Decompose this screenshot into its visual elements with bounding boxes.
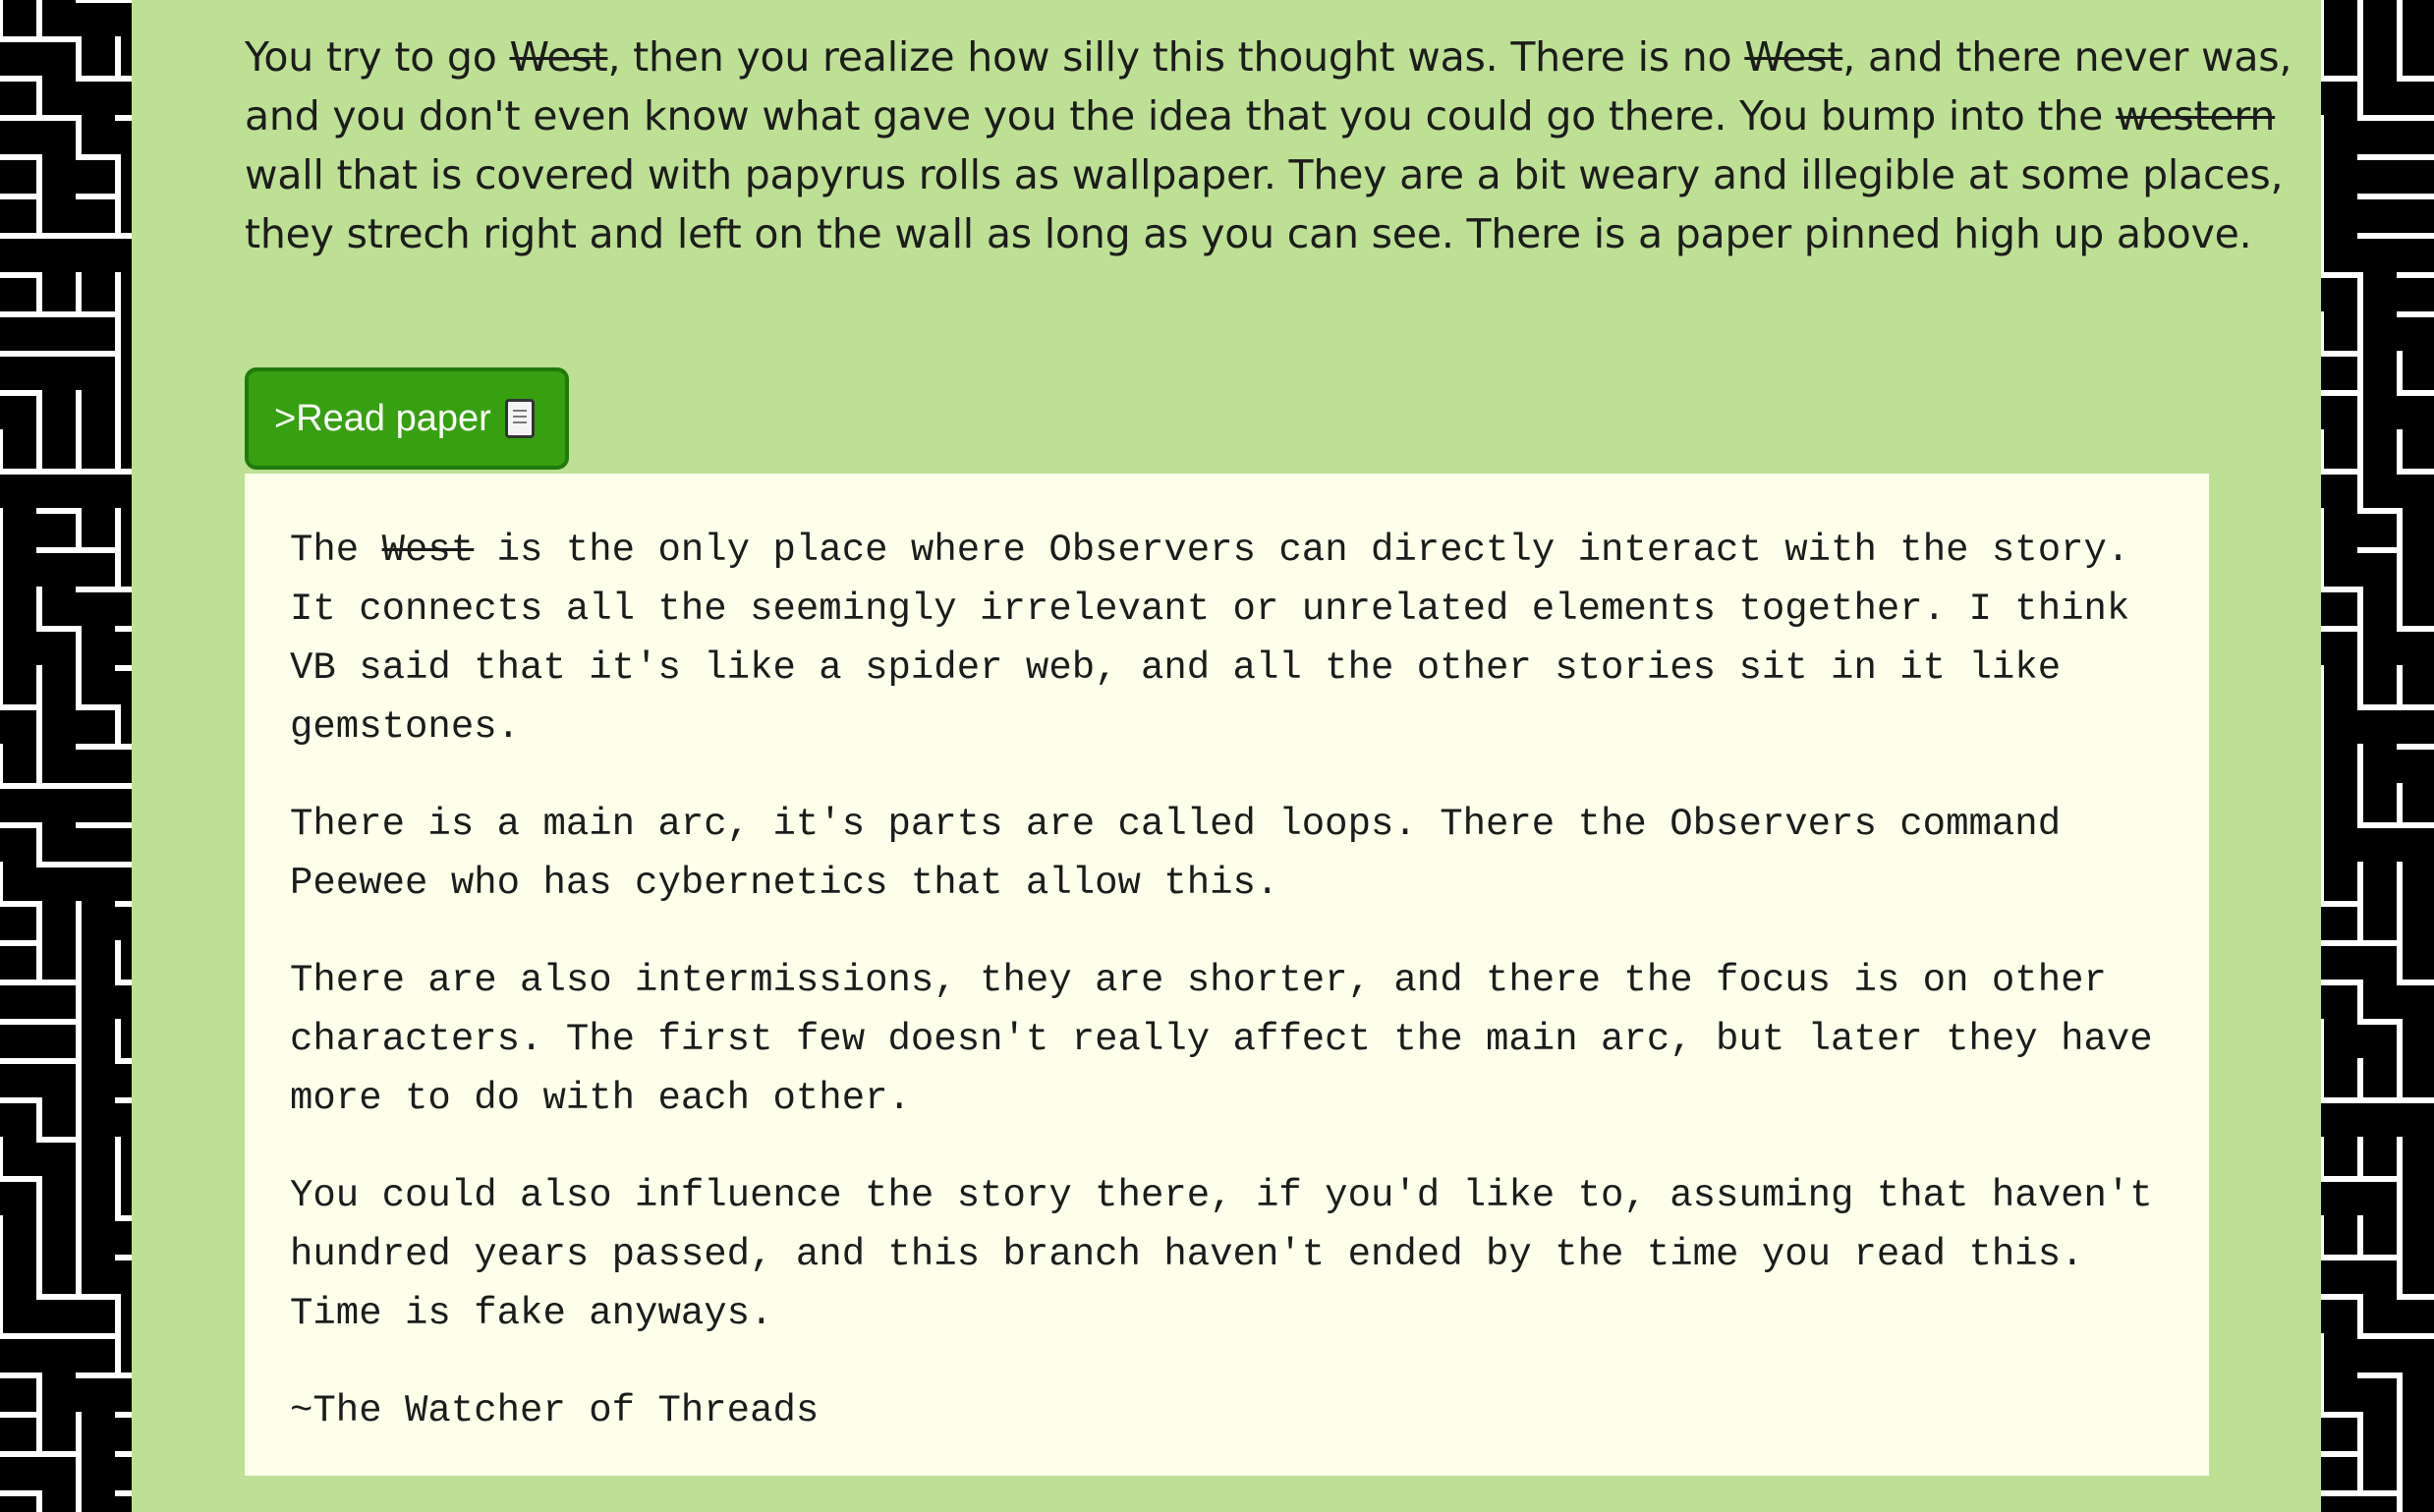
maze-border-right [2321, 0, 2434, 1512]
paper-text: The [290, 529, 382, 572]
struck-word: West [381, 529, 475, 572]
paper-signature: ~The Watcher of Threads [290, 1389, 820, 1432]
paper-paragraph: The West is the only place where Observe… [290, 521, 2164, 756]
read-paper-label: >Read paper [274, 397, 491, 439]
maze-border-left [0, 0, 132, 1512]
story-text-part: wall that is covered with papyrus rolls … [245, 151, 2284, 257]
scroll-icon [504, 399, 535, 438]
story-text-part: You try to go [245, 33, 510, 81]
paper-paragraph: There are also intermissions, they are s… [290, 959, 2153, 1120]
story-text-part: , then you realize how silly this though… [607, 33, 1745, 81]
paper-text: is the only place where Observers can di… [290, 529, 2130, 749]
paper-paragraph: You could also influence the story there… [290, 1174, 2153, 1335]
paper-paragraph: There is a main arc, it's parts are call… [290, 803, 2062, 905]
struck-word: West [1744, 33, 1843, 81]
read-paper-button[interactable]: >Read paper [245, 367, 569, 470]
struck-word: western [2116, 92, 2276, 140]
story-panel: You try to go West, then you realize how… [132, 0, 2321, 1512]
story-text: You try to go West, then you realize how… [245, 28, 2348, 263]
paper-note: The West is the only place where Observe… [245, 474, 2209, 1476]
struck-word: West [509, 33, 608, 81]
